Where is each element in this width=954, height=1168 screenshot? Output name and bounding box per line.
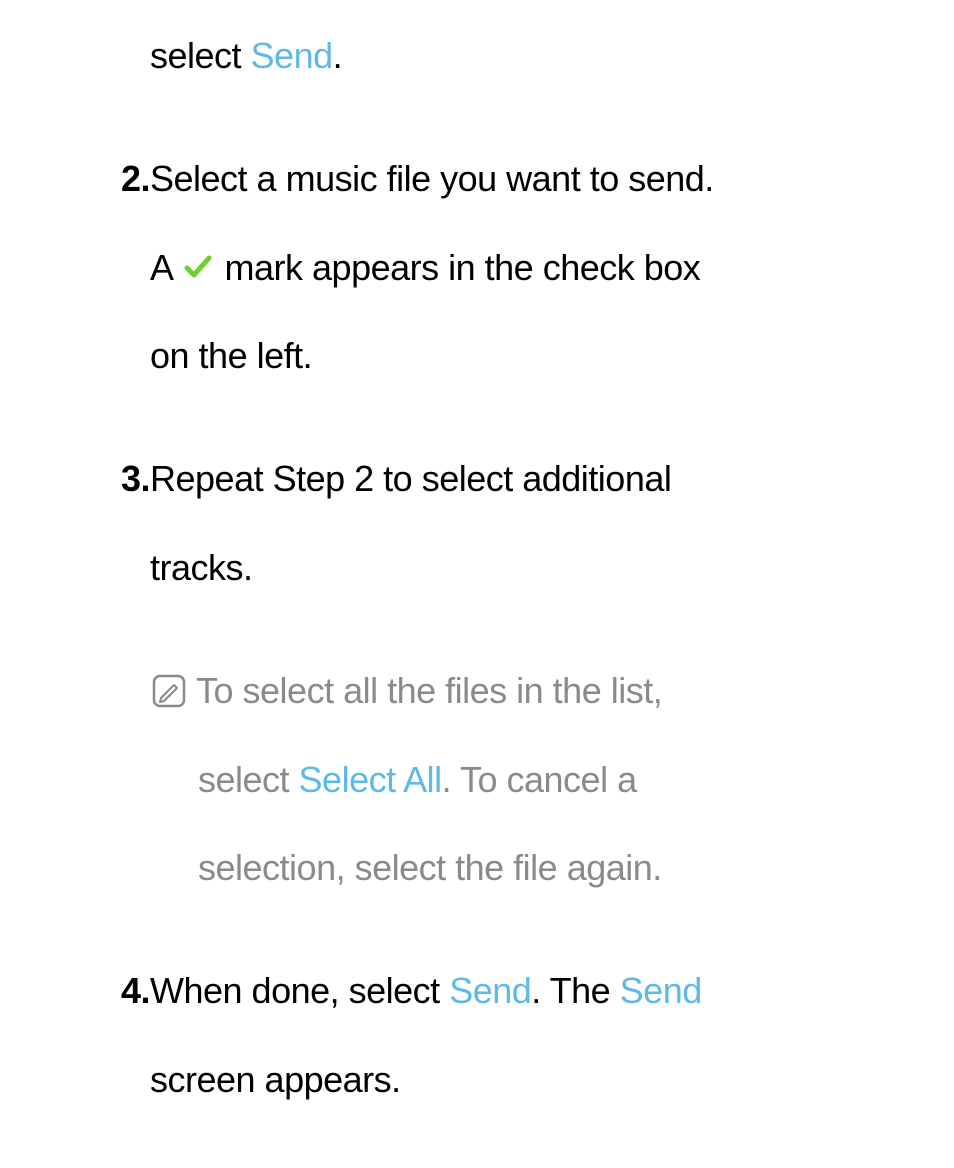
step3-line2: tracks.: [30, 527, 924, 610]
note-text-3: selection, select the file again.: [198, 847, 662, 888]
step4-line2: screen appears.: [30, 1039, 924, 1122]
send-link-1[interactable]: Send: [251, 35, 333, 76]
step3-line1: 3.Repeat Step 2 to select additional: [30, 438, 924, 521]
step4-text-b: screen appears.: [150, 1059, 401, 1100]
step2-text-a: Select a music file you want to send.: [150, 158, 714, 199]
step2-line1: 2.Select a music file you want to send.: [30, 138, 924, 221]
spacer: [30, 616, 924, 650]
step2-text-b-pre: A: [150, 247, 181, 288]
note-icon: [152, 674, 186, 708]
step2-text-b-post: mark appears in the check box: [215, 247, 700, 288]
step2-number: 2.: [102, 138, 150, 221]
step1-trailing-line: select Send.: [30, 15, 924, 98]
step3-number: 3.: [102, 438, 150, 521]
note-line1: To select all the files in the list,: [30, 650, 924, 733]
step2-line2: A mark appears in the check box: [30, 227, 924, 310]
note-line2-pre: select: [198, 759, 299, 800]
step4-number: 4.: [102, 950, 150, 1033]
spacer: [30, 404, 924, 438]
step2-line3: on the left.: [30, 315, 924, 398]
note-text-1: To select all the files in the list,: [196, 670, 662, 711]
step4-line1: 4.When done, select Send. The Send: [30, 950, 924, 1033]
note-line2-post: . To cancel a: [442, 759, 637, 800]
step2-text-c: on the left.: [150, 335, 312, 376]
spacer: [30, 104, 924, 138]
step4-text-a-pre: When done, select: [150, 970, 449, 1011]
spacer: [30, 916, 924, 950]
checkmark-icon: [183, 252, 213, 282]
note-line3: selection, select the file again.: [30, 827, 924, 910]
step3-text-b: tracks.: [150, 547, 253, 588]
step3-text-a: Repeat Step 2 to select additional: [150, 458, 671, 499]
send-link-2[interactable]: Send: [449, 970, 531, 1011]
note-line2: select Select All. To cancel a: [30, 739, 924, 822]
step1-text: select: [150, 35, 251, 76]
select-all-link[interactable]: Select All: [299, 759, 442, 800]
instruction-page: select Send. 2.Select a music file you w…: [0, 0, 954, 1168]
send-link-3[interactable]: Send: [620, 970, 702, 1011]
step1-period: .: [333, 35, 343, 76]
step4-text-a-mid: . The: [531, 970, 619, 1011]
